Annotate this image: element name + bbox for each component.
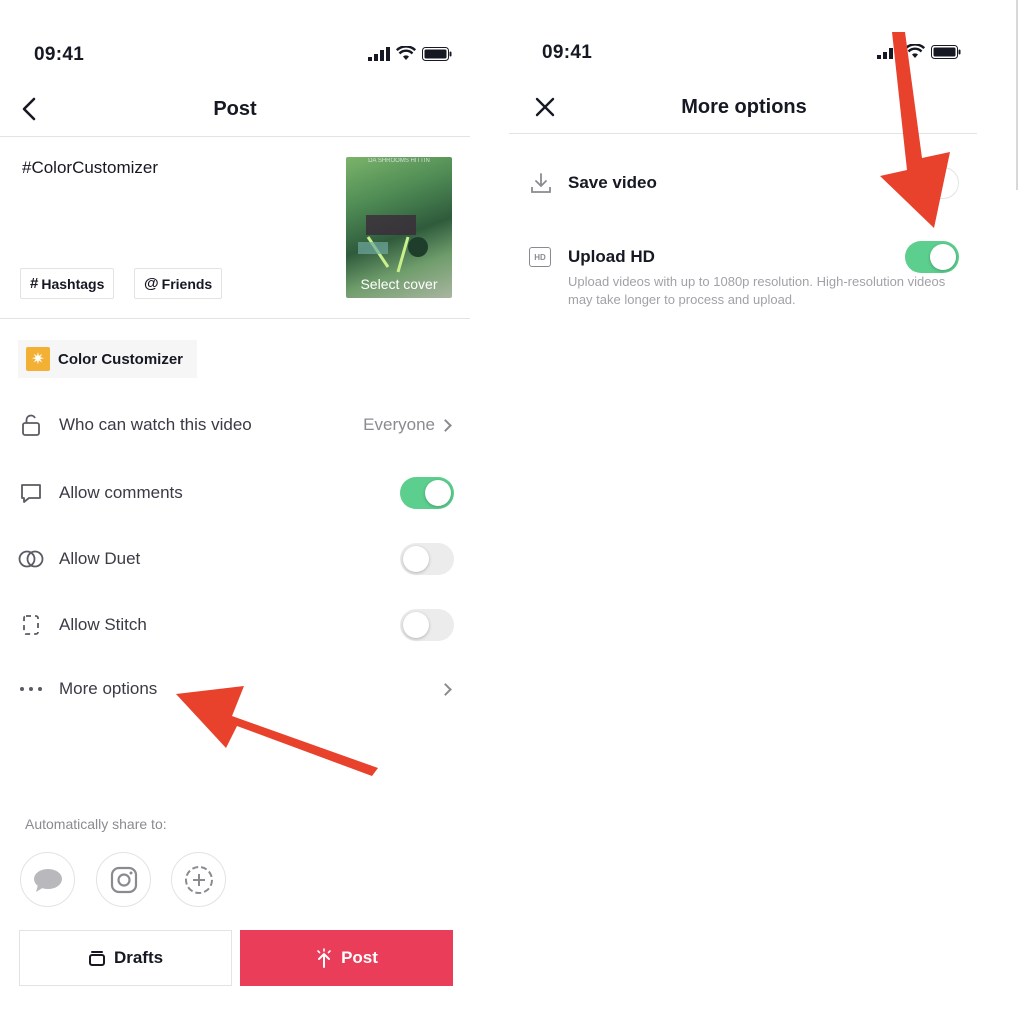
who-can-watch-value: Everyone [363, 415, 435, 434]
status-icons [877, 44, 961, 59]
drafts-label: Drafts [113, 948, 164, 967]
hashtags-button[interactable]: # Hashtags [20, 268, 115, 299]
battery-icon [422, 46, 452, 61]
signal-icon [368, 46, 390, 61]
post-button[interactable]: Post [240, 930, 453, 986]
comment-icon [18, 480, 44, 506]
allow-duet-toggle[interactable] [400, 543, 454, 575]
share-instagram-button[interactable] [96, 852, 151, 907]
allow-comments-toggle[interactable] [400, 477, 454, 509]
allow-duet-label: Allow Duet [59, 549, 141, 568]
more-options-screen: 09:41 More options Save video HD Upload … [509, 0, 979, 1014]
allow-stitch-label: Allow Stitch [59, 615, 147, 634]
effect-icon: ✷ [26, 347, 50, 371]
select-cover-thumbnail[interactable]: DA SHROOMS HITTIN Select cover [346, 157, 452, 298]
upload-hd-description: Upload videos with up to 1080p resolutio… [568, 274, 946, 307]
download-icon [531, 173, 551, 193]
header-divider [509, 133, 977, 134]
effect-tag[interactable]: ✷ Color Customizer [18, 340, 198, 378]
message-bubble-icon [33, 868, 62, 892]
post-screen: 09:41 Post #ColorCustomizer # Hashtags @… [0, 0, 470, 1014]
drafts-icon [88, 951, 105, 966]
cover-image [358, 215, 428, 273]
hashtags-label: Hashtags [41, 275, 105, 292]
share-label: Automatically share to: [25, 816, 167, 832]
at-icon: @ [144, 275, 159, 292]
upload-hd-label: Upload HD [568, 247, 655, 266]
hd-icon: HD [529, 247, 551, 267]
status-time: 09:41 [34, 44, 85, 65]
allow-duet-row: Allow Duet [18, 539, 454, 579]
save-video-toggle[interactable] [905, 167, 959, 199]
add-circle-icon [184, 865, 213, 894]
duet-icon [18, 546, 44, 572]
post-sparkle-icon [317, 948, 331, 968]
hash-icon: # [30, 275, 39, 292]
wifi-icon [905, 44, 925, 58]
status-icons [368, 46, 452, 61]
lock-icon [18, 412, 44, 438]
share-add-button[interactable] [171, 852, 226, 907]
who-can-watch-label: Who can watch this video [59, 415, 252, 434]
page-title: Post [213, 98, 257, 120]
friends-button[interactable]: @ Friends [134, 268, 223, 299]
more-options-label: More options [59, 679, 158, 698]
battery-icon [931, 44, 961, 59]
more-options-row[interactable]: More options [18, 669, 454, 709]
upload-hd-toggle[interactable] [905, 241, 959, 273]
post-label: Post [341, 948, 378, 967]
caption-divider [0, 318, 470, 319]
cover-watermark: DA SHROOMS HITTIN [368, 158, 430, 164]
chevron-right-icon [439, 682, 452, 696]
page-title: More options [681, 96, 807, 118]
allow-stitch-row: Allow Stitch [18, 605, 454, 645]
select-cover-label: Select cover [360, 276, 438, 292]
save-video-label: Save video [568, 173, 657, 192]
share-messages-button[interactable] [20, 852, 75, 907]
allow-comments-label: Allow comments [59, 483, 183, 502]
header-divider [0, 136, 470, 137]
wifi-icon [396, 46, 416, 60]
drafts-button[interactable]: Drafts [19, 930, 232, 986]
more-dots-icon [18, 676, 44, 702]
chevron-right-icon [439, 418, 452, 432]
status-time: 09:41 [542, 42, 593, 63]
friends-label: Friends [161, 275, 213, 292]
instagram-icon [110, 866, 137, 893]
upload-hd-row: HD Upload HD [529, 237, 959, 277]
window-edge [1016, 0, 1018, 190]
stitch-icon [18, 612, 44, 638]
caption-input[interactable]: #ColorCustomizer [22, 158, 158, 178]
signal-icon [877, 44, 899, 59]
who-can-watch-row[interactable]: Who can watch this video Everyone [18, 405, 454, 445]
allow-stitch-toggle[interactable] [400, 609, 454, 641]
close-icon[interactable] [535, 97, 555, 117]
save-video-row: Save video [529, 163, 959, 203]
allow-comments-row: Allow comments [18, 473, 454, 513]
effect-label: Color Customizer [58, 350, 184, 368]
